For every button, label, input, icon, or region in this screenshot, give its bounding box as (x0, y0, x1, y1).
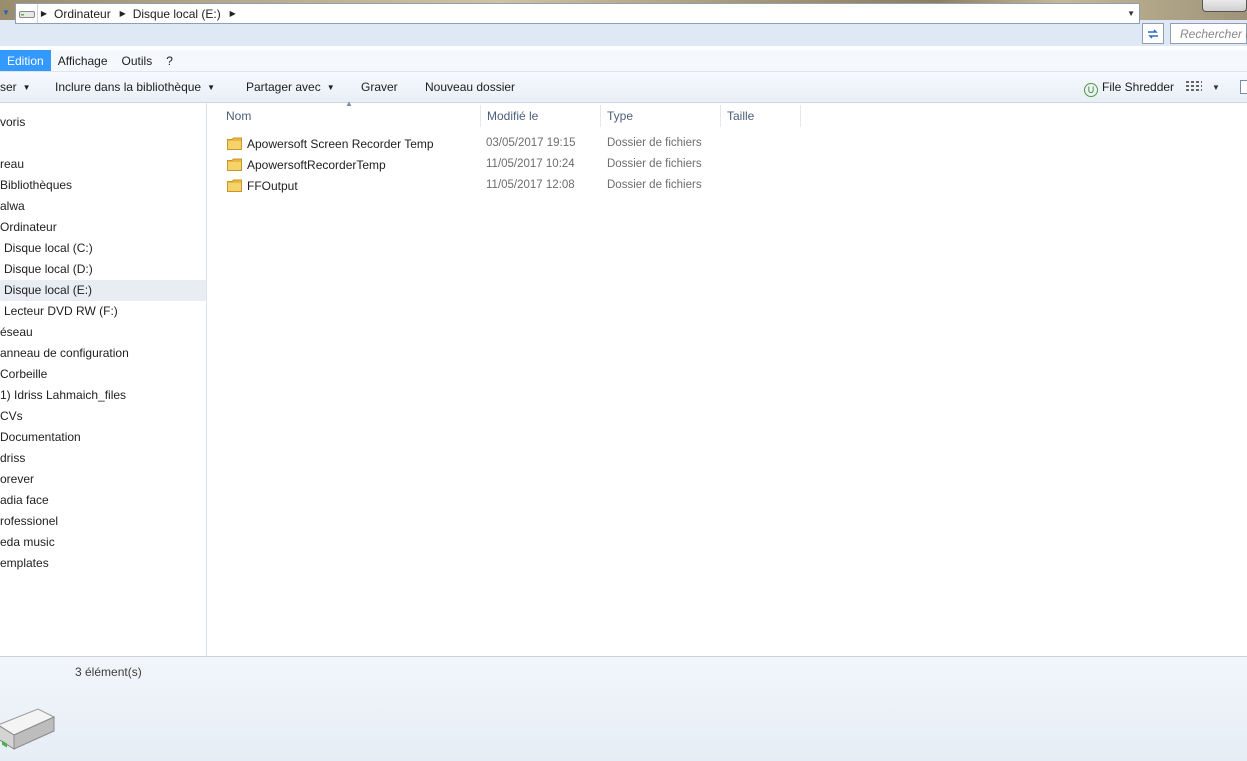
column-header-size[interactable]: Taille (721, 105, 801, 127)
nav-item[interactable]: orever (0, 469, 34, 490)
preview-pane-icon[interactable] (1240, 80, 1247, 94)
share-with-label: Partager avec (246, 80, 321, 94)
chevron-down-icon: ▼ (326, 83, 335, 92)
nav-item[interactable]: Corbeille (0, 364, 47, 385)
nav-item[interactable]: rofessionel (0, 511, 58, 532)
folder-icon (227, 137, 242, 150)
file-row[interactable]: Apowersoft Screen Recorder Temp 03/05/201… (220, 134, 800, 155)
nav-item[interactable]: eda music (0, 532, 55, 553)
file-modified: 03/05/2017 19:15 (486, 137, 576, 149)
nav-item[interactable]: Lecteur DVD RW (F:) (0, 301, 118, 322)
hard-drive-icon (0, 708, 56, 750)
nav-item[interactable]: Disque local (C:) (0, 238, 93, 259)
folder-icon (227, 179, 242, 192)
menu-outils[interactable]: Outils (115, 50, 160, 71)
file-row[interactable]: FFOutput 11/05/2017 12:08 Dossier de fichi… (220, 176, 800, 197)
address-bar[interactable]: ▶ Ordinateur ▶ Disque local (E:) ▶ ▼ (15, 3, 1140, 24)
column-header-type[interactable]: Type (601, 105, 721, 127)
organize-label: ser (0, 80, 17, 94)
chevron-down-icon: ▼ (22, 83, 31, 92)
breadcrumb-separator-icon[interactable]: ▶ (117, 9, 129, 18)
nav-item[interactable]: 1) Idriss Lahmaich_files (0, 385, 126, 406)
folder-icon (227, 158, 242, 171)
file-name: Apowersoft Screen Recorder Temp (247, 137, 434, 151)
nav-item[interactable]: Disque local (D:) (0, 259, 93, 280)
file-shredder-button[interactable]: U File Shredder (1084, 80, 1174, 97)
nav-item[interactable]: alwa (0, 196, 25, 217)
address-history-dropdown-icon[interactable]: ▼ (1127, 9, 1135, 18)
command-bar: ser ▼ Inclure dans la bibliothèque ▼ Parta… (0, 72, 1247, 103)
file-shredder-label: File Shredder (1102, 80, 1175, 94)
breadcrumb-disque-e[interactable]: Disque local (E:) (129, 7, 227, 21)
shredder-icon: U (1084, 83, 1098, 97)
nav-item[interactable]: emplates (0, 553, 49, 574)
nav-item[interactable]: anneau de configuration (0, 343, 129, 364)
nav-item[interactable]: Documentation (0, 427, 81, 448)
nav-item[interactable]: CVs (0, 406, 23, 427)
refresh-icon (1148, 28, 1158, 39)
chevron-down-icon: ▼ (207, 83, 216, 92)
file-type: Dossier de fichiers (607, 179, 702, 191)
new-folder-button[interactable]: Nouveau dossier (425, 80, 515, 94)
file-name: ApowersoftRecorderTemp (247, 158, 386, 172)
column-header-name[interactable]: Nom (220, 105, 481, 127)
nav-item[interactable]: Ordinateur (0, 217, 57, 238)
nav-item[interactable]: Bibliothèques (0, 175, 72, 196)
share-with-button[interactable]: Partager avec ▼ (246, 80, 335, 94)
breadcrumb-separator-icon[interactable]: ▶ (38, 9, 50, 18)
file-modified: 11/05/2017 10:24 (486, 158, 575, 170)
menu-bar: Edition Affichage Outils ? (0, 50, 1247, 72)
include-library-label: Inclure dans la bibliothèque (55, 80, 202, 94)
file-type: Dossier de fichiers (607, 158, 702, 170)
search-placeholder: Rechercher d (1180, 27, 1247, 41)
navigation-pane: voris reau Bibliothèques alwa Ordinateur Disq… (0, 103, 207, 656)
menu-help[interactable]: ? (159, 50, 180, 71)
breadcrumb-separator-icon[interactable]: ▶ (227, 9, 239, 18)
search-input[interactable]: Rechercher d (1170, 23, 1247, 44)
view-dropdown-icon[interactable]: ▼ (1212, 83, 1220, 92)
menu-edition[interactable]: Edition (0, 50, 51, 71)
nav-item[interactable]: reau (0, 154, 24, 175)
drive-icon (16, 4, 38, 23)
item-count: 3 élément(s) (75, 665, 142, 679)
nav-item[interactable]: voris (0, 112, 25, 133)
include-library-button[interactable]: Inclure dans la bibliothèque ▼ (55, 80, 215, 94)
breadcrumb-ordinateur[interactable]: Ordinateur (50, 7, 117, 21)
burn-button[interactable]: Graver (361, 80, 398, 94)
nav-item[interactable]: adia face (0, 490, 49, 511)
back-dropdown-arrow-icon[interactable]: ▼ (2, 8, 10, 17)
organize-button[interactable]: ser ▼ (0, 80, 31, 94)
nav-item[interactable]: Disque local (E:) (0, 280, 206, 301)
view-options-icon[interactable] (1186, 81, 1202, 93)
menu-affichage[interactable]: Affichage (51, 50, 115, 71)
file-name: FFOutput (247, 179, 298, 193)
window-close-button[interactable] (1202, 0, 1247, 12)
column-header-modified[interactable]: Modifié le (481, 105, 601, 127)
details-pane: 3 élément(s) (0, 656, 1247, 761)
nav-item[interactable]: driss (0, 448, 25, 469)
file-row[interactable]: ApowersoftRecorderTemp 11/05/2017 10:24 Do… (220, 155, 800, 176)
file-type: Dossier de fichiers (607, 137, 702, 149)
file-modified: 11/05/2017 12:08 (486, 179, 575, 191)
nav-item[interactable]: éseau (0, 322, 33, 343)
refresh-button[interactable] (1142, 23, 1164, 44)
